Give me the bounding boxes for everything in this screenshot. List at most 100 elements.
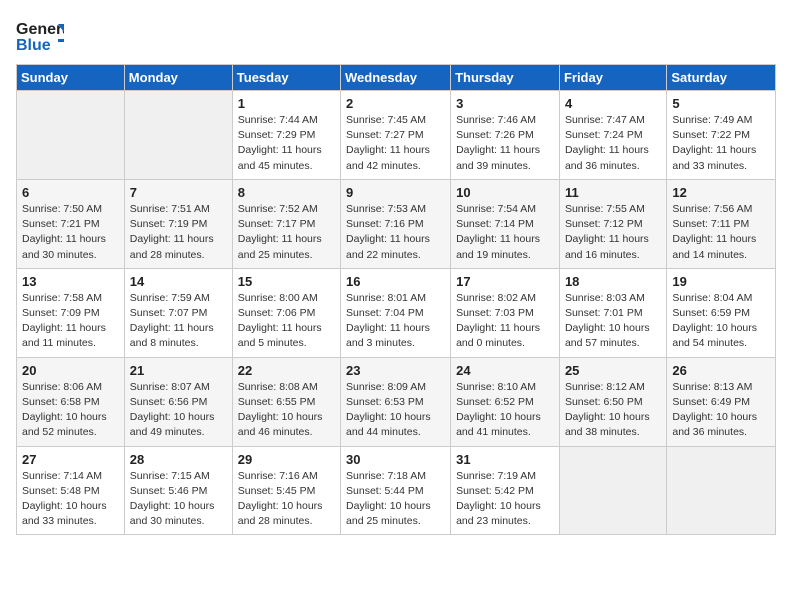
day-number: 4	[565, 96, 661, 111]
calendar-cell	[667, 446, 776, 535]
day-info: Sunrise: 8:03 AMSunset: 7:01 PMDaylight:…	[565, 291, 661, 352]
calendar-cell: 5 Sunrise: 7:49 AMSunset: 7:22 PMDaylight…	[667, 91, 776, 180]
day-info: Sunrise: 8:13 AMSunset: 6:49 PMDaylight:…	[672, 380, 770, 441]
page-header: General Blue	[16, 16, 776, 54]
day-number: 28	[130, 452, 227, 467]
day-info: Sunrise: 7:14 AMSunset: 5:48 PMDaylight:…	[22, 469, 119, 530]
day-number: 7	[130, 185, 227, 200]
calendar-cell	[17, 91, 125, 180]
day-info: Sunrise: 7:15 AMSunset: 5:46 PMDaylight:…	[130, 469, 227, 530]
calendar-cell: 22 Sunrise: 8:08 AMSunset: 6:55 PMDayligh…	[232, 357, 340, 446]
calendar-week-row: 20 Sunrise: 8:06 AMSunset: 6:58 PMDayligh…	[17, 357, 776, 446]
day-number: 19	[672, 274, 770, 289]
calendar-cell: 10 Sunrise: 7:54 AMSunset: 7:14 PMDayligh…	[451, 179, 560, 268]
day-number: 3	[456, 96, 554, 111]
day-info: Sunrise: 8:10 AMSunset: 6:52 PMDaylight:…	[456, 380, 554, 441]
day-info: Sunrise: 7:45 AMSunset: 7:27 PMDaylight:…	[346, 113, 445, 174]
calendar-week-row: 6 Sunrise: 7:50 AMSunset: 7:21 PMDaylight…	[17, 179, 776, 268]
logo-icon: General Blue	[16, 16, 64, 54]
day-info: Sunrise: 8:12 AMSunset: 6:50 PMDaylight:…	[565, 380, 661, 441]
day-info: Sunrise: 7:54 AMSunset: 7:14 PMDaylight:…	[456, 202, 554, 263]
day-number: 31	[456, 452, 554, 467]
day-info: Sunrise: 8:06 AMSunset: 6:58 PMDaylight:…	[22, 380, 119, 441]
day-header-saturday: Saturday	[667, 65, 776, 91]
day-info: Sunrise: 7:18 AMSunset: 5:44 PMDaylight:…	[346, 469, 445, 530]
logo: General Blue	[16, 16, 64, 54]
day-number: 11	[565, 185, 661, 200]
calendar-cell: 23 Sunrise: 8:09 AMSunset: 6:53 PMDayligh…	[341, 357, 451, 446]
calendar-cell: 27Sunrise: 7:14 AMSunset: 5:48 PMDayligh…	[17, 446, 125, 535]
calendar-cell: 3 Sunrise: 7:46 AMSunset: 7:26 PMDaylight…	[451, 91, 560, 180]
day-number: 2	[346, 96, 445, 111]
day-info: Sunrise: 8:02 AMSunset: 7:03 PMDaylight:…	[456, 291, 554, 352]
day-info: Sunrise: 7:52 AMSunset: 7:17 PMDaylight:…	[238, 202, 335, 263]
day-number: 6	[22, 185, 119, 200]
calendar-header-row: SundayMondayTuesdayWednesdayThursdayFrid…	[17, 65, 776, 91]
day-number: 20	[22, 363, 119, 378]
day-info: Sunrise: 7:58 AMSunset: 7:09 PMDaylight:…	[22, 291, 119, 352]
day-number: 1	[238, 96, 335, 111]
calendar-cell: 17Sunrise: 8:02 AMSunset: 7:03 PMDayligh…	[451, 268, 560, 357]
day-number: 5	[672, 96, 770, 111]
day-info: Sunrise: 8:08 AMSunset: 6:55 PMDaylight:…	[238, 380, 335, 441]
calendar-cell: 13 Sunrise: 7:58 AMSunset: 7:09 PMDayligh…	[17, 268, 125, 357]
day-info: Sunrise: 7:50 AMSunset: 7:21 PMDaylight:…	[22, 202, 119, 263]
calendar-cell: 6 Sunrise: 7:50 AMSunset: 7:21 PMDaylight…	[17, 179, 125, 268]
day-header-thursday: Thursday	[451, 65, 560, 91]
day-info: Sunrise: 8:09 AMSunset: 6:53 PMDaylight:…	[346, 380, 445, 441]
day-header-sunday: Sunday	[17, 65, 125, 91]
day-header-wednesday: Wednesday	[341, 65, 451, 91]
day-info: Sunrise: 7:53 AMSunset: 7:16 PMDaylight:…	[346, 202, 445, 263]
calendar-week-row: 1 Sunrise: 7:44 AMSunset: 7:29 PMDaylight…	[17, 91, 776, 180]
day-number: 30	[346, 452, 445, 467]
calendar-table: SundayMondayTuesdayWednesdayThursdayFrid…	[16, 64, 776, 535]
day-number: 18	[565, 274, 661, 289]
day-info: Sunrise: 7:47 AMSunset: 7:24 PMDaylight:…	[565, 113, 661, 174]
day-info: Sunrise: 7:49 AMSunset: 7:22 PMDaylight:…	[672, 113, 770, 174]
calendar-cell: 20 Sunrise: 8:06 AMSunset: 6:58 PMDayligh…	[17, 357, 125, 446]
calendar-cell: 2 Sunrise: 7:45 AMSunset: 7:27 PMDaylight…	[341, 91, 451, 180]
day-number: 15	[238, 274, 335, 289]
day-info: Sunrise: 7:44 AMSunset: 7:29 PMDaylight:…	[238, 113, 335, 174]
day-info: Sunrise: 8:00 AMSunset: 7:06 PMDaylight:…	[238, 291, 335, 352]
day-info: Sunrise: 8:07 AMSunset: 6:56 PMDaylight:…	[130, 380, 227, 441]
day-info: Sunrise: 8:01 AMSunset: 7:04 PMDaylight:…	[346, 291, 445, 352]
calendar-cell: 12 Sunrise: 7:56 AMSunset: 7:11 PMDayligh…	[667, 179, 776, 268]
day-number: 13	[22, 274, 119, 289]
calendar-cell: 31 Sunrise: 7:19 AMSunset: 5:42 PMDayligh…	[451, 446, 560, 535]
day-info: Sunrise: 7:46 AMSunset: 7:26 PMDaylight:…	[456, 113, 554, 174]
calendar-cell: 18 Sunrise: 8:03 AMSunset: 7:01 PMDayligh…	[559, 268, 666, 357]
calendar-cell: 16 Sunrise: 8:01 AMSunset: 7:04 PMDayligh…	[341, 268, 451, 357]
day-info: Sunrise: 7:56 AMSunset: 7:11 PMDaylight:…	[672, 202, 770, 263]
calendar-week-row: 13 Sunrise: 7:58 AMSunset: 7:09 PMDayligh…	[17, 268, 776, 357]
day-info: Sunrise: 7:59 AMSunset: 7:07 PMDaylight:…	[130, 291, 227, 352]
day-number: 22	[238, 363, 335, 378]
day-header-tuesday: Tuesday	[232, 65, 340, 91]
calendar-cell: 14Sunrise: 7:59 AMSunset: 7:07 PMDayligh…	[124, 268, 232, 357]
day-info: Sunrise: 7:55 AMSunset: 7:12 PMDaylight:…	[565, 202, 661, 263]
calendar-cell: 28 Sunrise: 7:15 AMSunset: 5:46 PMDayligh…	[124, 446, 232, 535]
calendar-cell: 7Sunrise: 7:51 AMSunset: 7:19 PMDaylight…	[124, 179, 232, 268]
calendar-cell: 9 Sunrise: 7:53 AMSunset: 7:16 PMDaylight…	[341, 179, 451, 268]
day-number: 21	[130, 363, 227, 378]
day-number: 25	[565, 363, 661, 378]
day-number: 12	[672, 185, 770, 200]
calendar-cell: 30 Sunrise: 7:18 AMSunset: 5:44 PMDayligh…	[341, 446, 451, 535]
calendar-cell	[559, 446, 666, 535]
day-number: 8	[238, 185, 335, 200]
day-number: 24	[456, 363, 554, 378]
calendar-cell: 24 Sunrise: 8:10 AMSunset: 6:52 PMDayligh…	[451, 357, 560, 446]
day-info: Sunrise: 7:19 AMSunset: 5:42 PMDaylight:…	[456, 469, 554, 530]
calendar-cell: 21 Sunrise: 8:07 AMSunset: 6:56 PMDayligh…	[124, 357, 232, 446]
day-number: 16	[346, 274, 445, 289]
calendar-cell: 1 Sunrise: 7:44 AMSunset: 7:29 PMDaylight…	[232, 91, 340, 180]
day-number: 10	[456, 185, 554, 200]
day-info: Sunrise: 7:16 AMSunset: 5:45 PMDaylight:…	[238, 469, 335, 530]
calendar-cell: 26Sunrise: 8:13 AMSunset: 6:49 PMDayligh…	[667, 357, 776, 446]
svg-text:Blue: Blue	[16, 37, 51, 54]
day-number: 29	[238, 452, 335, 467]
day-header-friday: Friday	[559, 65, 666, 91]
calendar-cell: 8 Sunrise: 7:52 AMSunset: 7:17 PMDaylight…	[232, 179, 340, 268]
day-number: 9	[346, 185, 445, 200]
day-number: 23	[346, 363, 445, 378]
